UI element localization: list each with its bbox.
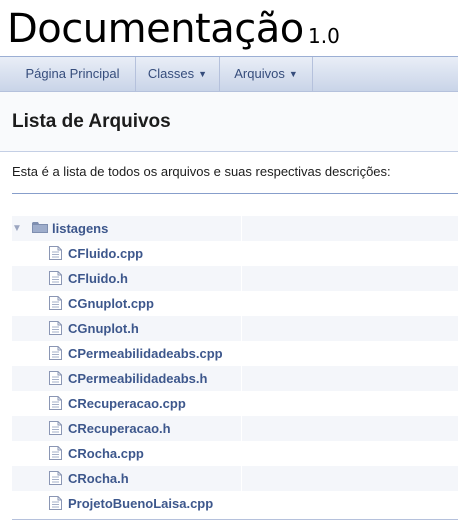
tree-file-row[interactable]: CPermeabilidadeabs.cpp <box>12 341 458 366</box>
file-icon <box>49 471 62 485</box>
tree-file-row[interactable]: CGnuplot.cpp <box>12 291 458 316</box>
column-divider <box>241 441 242 466</box>
chevron-down-icon: ▼ <box>288 69 298 79</box>
file-icon <box>49 421 62 435</box>
nav-files[interactable]: Arquivos ▼ <box>220 57 313 91</box>
nav-main-page-label: Página Principal <box>25 66 120 81</box>
title-area: Documentação 1.0 <box>0 0 458 56</box>
tree-folder-row[interactable]: ▼ listagens <box>12 216 458 241</box>
project-number: 1.0 <box>308 24 340 48</box>
file-link[interactable]: CGnuplot.h <box>68 316 139 341</box>
folder-label[interactable]: listagens <box>52 216 108 241</box>
nav-bar: Página Principal Classes ▼ Arquivos ▼ <box>0 56 458 92</box>
file-link[interactable]: ProjetoBuenoLaisa.cpp <box>68 491 213 516</box>
file-icon <box>49 371 62 385</box>
file-link[interactable]: CPermeabilidadeabs.h <box>68 366 207 391</box>
page-description: Esta é a lista de todos os arquivos e su… <box>12 164 391 179</box>
tree-file-row[interactable]: CRecuperacao.h <box>12 416 458 441</box>
tree-file-row[interactable]: CGnuplot.h <box>12 316 458 341</box>
expand-arrow-icon[interactable]: ▼ <box>12 216 22 241</box>
file-link[interactable]: CRecuperacao.h <box>68 416 171 441</box>
column-divider <box>241 291 242 316</box>
column-divider <box>241 316 242 341</box>
column-divider <box>241 391 242 416</box>
nav-files-label: Arquivos <box>234 66 285 81</box>
file-icon <box>49 246 62 260</box>
column-divider <box>241 416 242 441</box>
tree-file-row[interactable]: ProjetoBuenoLaisa.cpp <box>12 491 458 516</box>
nav-classes-label: Classes <box>147 66 195 81</box>
tree-file-row[interactable]: CRocha.h <box>12 466 458 491</box>
nav-main-page[interactable]: Página Principal <box>0 57 136 91</box>
chevron-down-icon: ▼ <box>198 69 208 79</box>
file-link[interactable]: CRocha.cpp <box>68 441 144 466</box>
file-link[interactable]: CRocha.h <box>68 466 129 491</box>
file-icon <box>49 321 62 335</box>
project-name: Documentação <box>7 6 304 52</box>
column-divider <box>241 216 242 241</box>
column-divider <box>241 366 242 391</box>
file-icon <box>49 346 62 360</box>
file-icon <box>49 446 62 460</box>
tree-file-row[interactable]: CRecuperacao.cpp <box>12 391 458 416</box>
file-icon <box>49 296 62 310</box>
file-link[interactable]: CPermeabilidadeabs.cpp <box>68 341 223 366</box>
file-tree: ▼ listagens CFluido.cpp CFluido.h CGnuplot… <box>12 216 458 516</box>
file-link[interactable]: CGnuplot.cpp <box>68 291 154 316</box>
tree-file-row[interactable]: CFluido.h <box>12 266 458 291</box>
bottom-rule <box>12 519 458 520</box>
folder-icon <box>32 222 48 233</box>
file-link[interactable]: CFluido.cpp <box>68 241 143 266</box>
file-icon <box>49 271 62 285</box>
nav-classes[interactable]: Classes ▼ <box>136 57 220 91</box>
page-title: Lista de Arquivos <box>12 111 171 132</box>
column-divider <box>241 466 242 491</box>
tree-file-row[interactable]: CFluido.cpp <box>12 241 458 266</box>
tree-file-row[interactable]: CPermeabilidadeabs.h <box>12 366 458 391</box>
column-divider <box>241 266 242 291</box>
file-icon <box>49 396 62 410</box>
column-divider <box>241 241 242 266</box>
column-divider <box>241 491 242 516</box>
file-icon <box>49 496 62 510</box>
column-divider <box>241 341 242 366</box>
separator <box>12 193 458 194</box>
page-header: Lista de Arquivos <box>0 92 458 152</box>
tree-file-row[interactable]: CRocha.cpp <box>12 441 458 466</box>
file-link[interactable]: CFluido.h <box>68 266 128 291</box>
file-link[interactable]: CRecuperacao.cpp <box>68 391 186 416</box>
